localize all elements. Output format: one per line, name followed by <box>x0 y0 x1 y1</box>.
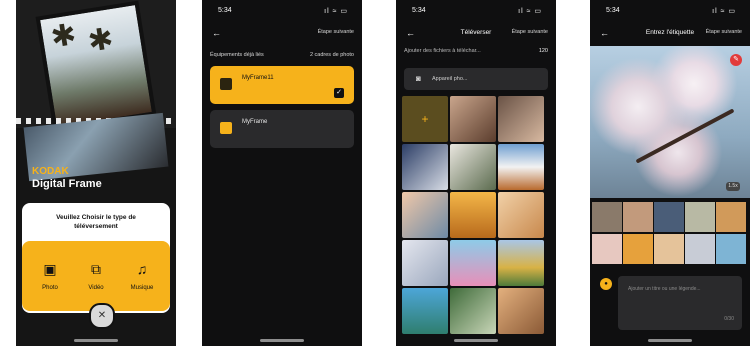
status-time: 5:34 <box>218 7 232 14</box>
option-label: Vidéo <box>88 285 104 291</box>
branch-shape <box>635 108 735 164</box>
linked-devices-label: Équipements déjà liés <box>210 52 264 58</box>
photo-thumbnail[interactable] <box>592 234 622 264</box>
option-label: Photo <box>42 285 58 291</box>
product-title: Digital Frame <box>32 178 102 190</box>
file-count: 120 <box>538 48 548 54</box>
photo-thumbnail[interactable] <box>450 144 496 190</box>
frame-icon <box>220 78 232 90</box>
add-files-row: Ajouter des fichiers à téléchar... 120 <box>404 48 548 54</box>
video-icon: ⧉ <box>91 261 101 277</box>
image-icon: ▣ <box>43 261 57 277</box>
caption-placeholder: Ajouter un titre ou une légende... <box>628 286 701 292</box>
photo-thumbnail[interactable] <box>498 240 544 286</box>
blossom-photo-preview <box>590 46 750 198</box>
status-time: 5:34 <box>412 7 426 14</box>
option-music[interactable]: ♫ Musique <box>122 261 162 291</box>
photo-thumbnail[interactable] <box>498 144 544 190</box>
screen-select-frame: 5:34 ıl ≈ ▭ ← Étape suivante Équipements… <box>202 0 362 346</box>
palm-icon: ✱ <box>85 22 116 59</box>
status-time: 5:34 <box>606 7 620 14</box>
option-photo[interactable]: ▣ Photo <box>30 261 70 291</box>
camera-label: Appareil pho... <box>432 76 468 82</box>
home-indicator <box>454 339 498 342</box>
sheet-title: Veuillez Choisir le type de téléversemen… <box>56 214 136 230</box>
screen-upload-files: 5:34 ıl ≈ ▭ ← Téléverser Étape suivante … <box>396 0 556 346</box>
option-label: Musique <box>130 285 154 291</box>
photo-thumbnail[interactable] <box>402 144 448 190</box>
home-indicator <box>648 339 692 342</box>
zoom-badge[interactable]: 1.5x <box>726 182 740 191</box>
caption-char-count: 0/30 <box>724 316 734 322</box>
option-video[interactable]: ⧉ Vidéo <box>76 261 116 291</box>
photo-thumbnail[interactable] <box>716 234 746 264</box>
nav-bar: ← Téléverser Étape suivante <box>396 26 556 42</box>
upload-options: ▣ Photo ⧉ Vidéo ♫ Musique <box>22 241 170 311</box>
photo-thumbnail[interactable] <box>685 202 715 232</box>
next-step-button[interactable]: Étape suivante <box>706 29 742 35</box>
next-step-button[interactable]: Étape suivante <box>512 29 548 35</box>
home-indicator <box>74 339 118 342</box>
signal-icon: ıl ≈ ▭ <box>518 8 542 15</box>
photo-thumbnail[interactable] <box>402 192 448 238</box>
signal-icon: ıl ≈ ▭ <box>712 8 736 15</box>
photo-thumbnail[interactable] <box>498 96 544 142</box>
photo-thumbnail[interactable] <box>402 240 448 286</box>
add-photo-cell[interactable]: + <box>402 96 448 142</box>
photo-thumbnail[interactable] <box>450 96 496 142</box>
screen-enter-label: 5:34 ıl ≈ ▭ ← Entrez l'étiquette Étape s… <box>590 0 750 346</box>
photo-thumbnail[interactable] <box>654 202 684 232</box>
brand-logo: KODAK <box>32 166 69 177</box>
photo-thumbnail[interactable] <box>402 288 448 334</box>
nav-bar: ← Étape suivante <box>202 26 362 42</box>
music-icon: ♫ <box>136 261 148 277</box>
signal-icon: ıl ≈ ▭ <box>324 8 348 15</box>
photo-thumbnail[interactable] <box>450 240 496 286</box>
screen-upload-type: ✱ ✱ KODAK Digital Frame Veuillez Choisir… <box>16 0 176 346</box>
camera-button[interactable]: ◙ Appareil pho... <box>404 68 548 90</box>
next-step-button[interactable]: Étape suivante <box>318 29 354 35</box>
home-indicator <box>260 339 304 342</box>
checkbox-checked-icon[interactable]: ✓ <box>334 88 344 98</box>
edit-icon[interactable]: ✎ <box>730 54 742 66</box>
photo-thumbnail[interactable] <box>654 234 684 264</box>
linked-devices-header: Équipements déjà liés 2 cadres de photo <box>210 52 354 58</box>
add-files-label: Ajouter des fichiers à téléchar... <box>404 48 481 54</box>
photo-thumbnail[interactable] <box>498 192 544 238</box>
photo-thumbnail[interactable] <box>623 202 653 232</box>
close-button[interactable]: ✕ <box>89 303 115 329</box>
film-strip-background: ✱ ✱ <box>16 0 176 132</box>
nav-bar: ← Entrez l'étiquette Étape suivante <box>590 26 750 42</box>
palm-icon: ✱ <box>48 17 79 55</box>
frame-icon <box>220 122 232 134</box>
photo-thumbnail[interactable] <box>498 288 544 334</box>
photo-thumbnail[interactable] <box>716 202 746 232</box>
photo-thumbnail[interactable] <box>450 192 496 238</box>
caption-input[interactable]: Ajouter un titre ou une légende... 0/30 <box>618 276 742 330</box>
status-bar: 5:34 ıl ≈ ▭ <box>396 5 556 17</box>
status-bar: 5:34 ıl ≈ ▭ <box>202 5 362 17</box>
status-bar: 5:34 ıl ≈ ▭ <box>590 5 750 17</box>
frame-card-selected[interactable]: MyFrame11 ✓ <box>210 66 354 104</box>
frame-card[interactable]: MyFrame <box>210 110 354 148</box>
label-badge-icon: ● <box>600 278 612 290</box>
thumbnail-strip <box>590 200 750 266</box>
photo-thumbnail[interactable] <box>685 234 715 264</box>
palm-tree-photo: ✱ ✱ <box>35 0 157 132</box>
photo-thumbnail[interactable] <box>592 202 622 232</box>
photo-thumbnail[interactable] <box>623 234 653 264</box>
camera-icon: ◙ <box>416 74 421 83</box>
back-arrow-icon[interactable]: ← <box>212 28 221 38</box>
frame-name: MyFrame11 <box>242 75 274 81</box>
frame-count: 2 cadres de photo <box>309 52 354 58</box>
frame-name: MyFrame <box>242 119 268 125</box>
photo-thumbnail[interactable] <box>450 288 496 334</box>
upload-type-sheet: Veuillez Choisir le type de téléversemen… <box>22 203 170 329</box>
